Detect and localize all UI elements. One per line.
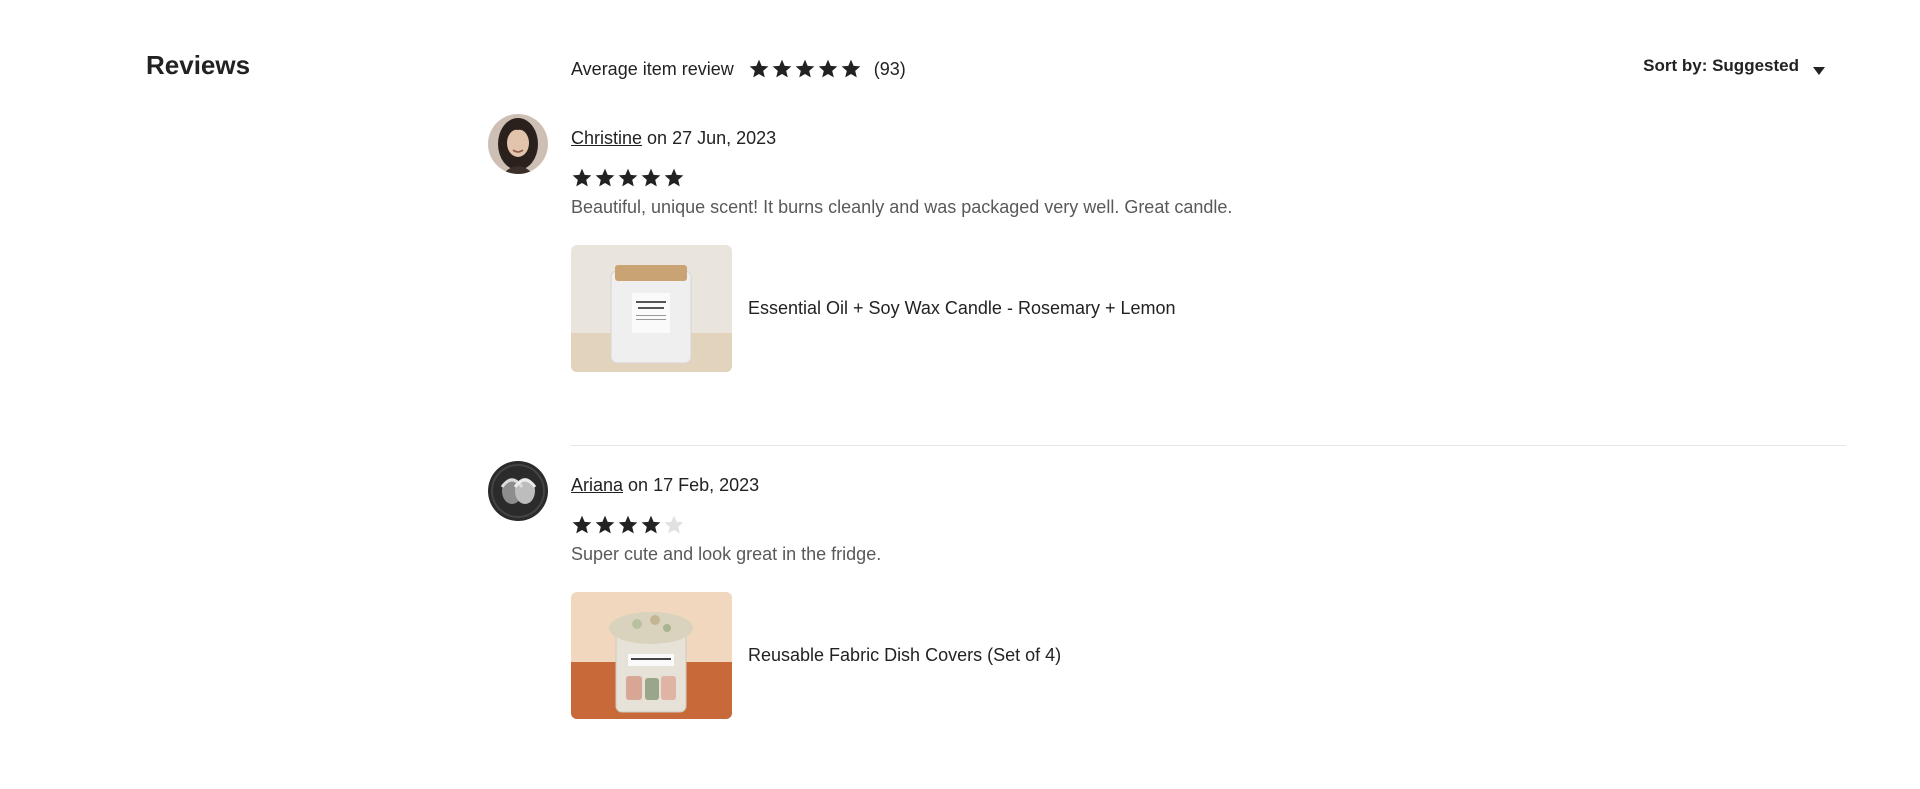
review-rating-stars <box>571 167 1846 189</box>
star-icon <box>663 167 685 189</box>
average-review-summary: Average item review (93) <box>571 56 906 82</box>
reviews-heading: Reviews <box>146 50 251 80</box>
sort-label: Sort by: Suggested <box>1643 56 1799 75</box>
star-icon <box>640 167 662 189</box>
star-icon <box>571 167 593 189</box>
star-icon <box>748 58 770 80</box>
review-divider <box>571 445 1846 446</box>
star-empty-icon <box>663 514 685 536</box>
review-date: on 17 Feb, 2023 <box>628 475 760 495</box>
review-count: (93) <box>873 58 906 79</box>
reviewer-name-link[interactable]: Christine <box>571 128 642 148</box>
avatar[interactable] <box>488 114 548 174</box>
star-icon <box>617 167 639 189</box>
star-icon <box>594 514 616 536</box>
reviewed-product-link[interactable]: Reusable Fabric Dish Covers (Set of 4) <box>571 592 1846 719</box>
star-icon <box>794 58 816 80</box>
review-text: Beautiful, unique scent! It burns cleanl… <box>571 197 1233 217</box>
review-meta: Ariana on 17 Feb, 2023 <box>571 475 1846 501</box>
product-thumbnail[interactable] <box>571 592 732 719</box>
reviews-page: Reviews Average item review (93) Sort by… <box>0 0 1920 789</box>
review-date: on 27 Jun, 2023 <box>647 128 777 148</box>
review-body: Ariana on 17 Feb, 2023 Super cute and lo… <box>571 461 1846 719</box>
star-icon <box>571 514 593 536</box>
star-icon <box>840 58 862 80</box>
star-icon <box>617 514 639 536</box>
review-rating-stars <box>571 514 1846 536</box>
caret-down-icon <box>1812 61 1826 75</box>
average-review-label: Average item review <box>571 58 734 79</box>
reviewed-product-link[interactable]: Essential Oil + Soy Wax Candle - Rosemar… <box>571 245 1846 372</box>
product-name: Reusable Fabric Dish Covers (Set of 4) <box>748 645 1062 665</box>
star-icon <box>817 58 839 80</box>
review-meta: Christine on 27 Jun, 2023 <box>571 128 1846 154</box>
average-rating-stars <box>748 58 862 80</box>
review-text: Super cute and look great in the fridge. <box>571 544 882 564</box>
star-icon <box>594 167 616 189</box>
star-icon <box>640 514 662 536</box>
star-icon <box>771 58 793 80</box>
sort-dropdown[interactable]: Sort by: Suggested <box>1643 56 1826 76</box>
product-thumbnail[interactable] <box>571 245 732 372</box>
avatar[interactable] <box>488 461 548 521</box>
product-name: Essential Oil + Soy Wax Candle - Rosemar… <box>748 298 1176 318</box>
review-body: Christine on 27 Jun, 2023 Beautiful, uni… <box>571 114 1846 372</box>
reviewer-name-link[interactable]: Ariana <box>571 475 623 495</box>
